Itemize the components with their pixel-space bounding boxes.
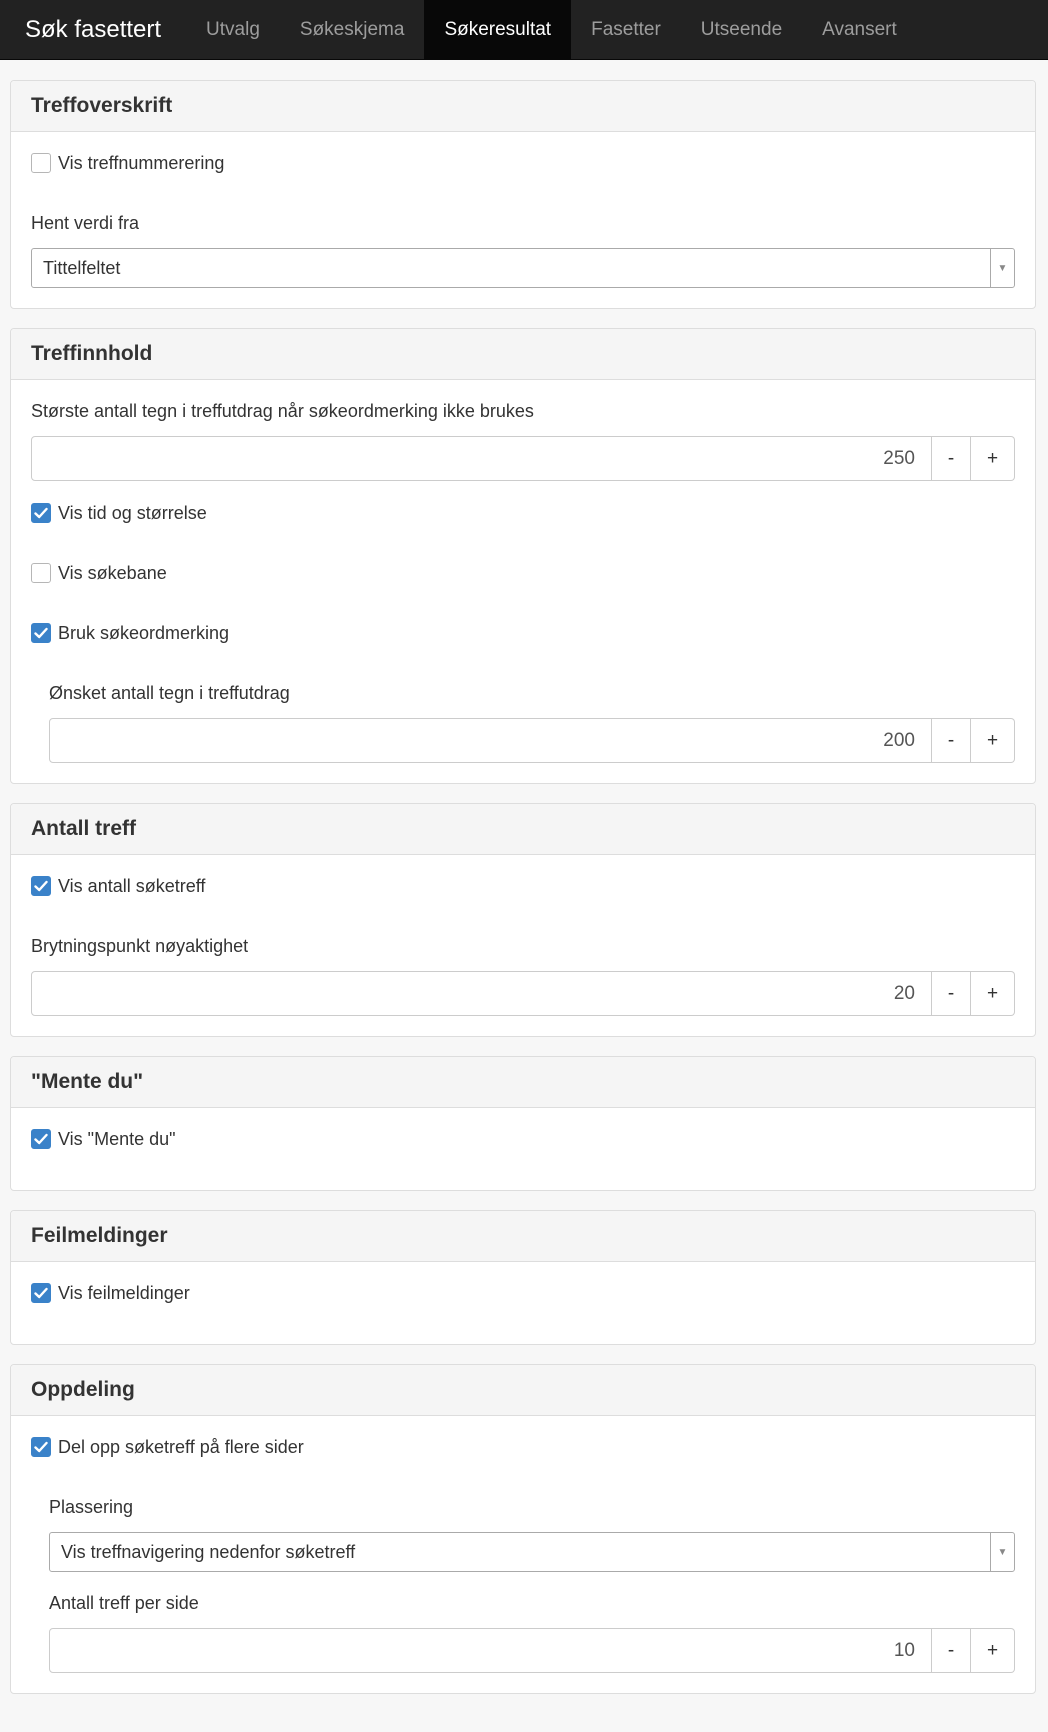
checkbox-label: Vis søkebane [58,562,167,583]
brand-title[interactable]: Søk fasettert [0,0,186,59]
checkbox-label: Vis feilmeldinger [58,1282,190,1303]
show-mente-du-checkbox[interactable] [31,1129,51,1149]
show-numbering-checkbox[interactable] [31,153,51,173]
panel-title: Antall treff [11,804,1035,855]
show-count-checkbox-row[interactable]: Vis antall søketreff [31,875,1015,897]
panel-treffoverskrift: Treffoverskrift Vis treffnummerering Hen… [10,80,1036,309]
breakpoint-spinner: 20 - + [31,971,1015,1016]
show-count-checkbox[interactable] [31,876,51,896]
chevron-down-icon: ▼ [990,1533,1014,1571]
panel-title: Feilmeldinger [11,1211,1035,1262]
per-page-label: Antall treff per side [49,1592,199,1613]
select-value: Vis treffnavigering nedenfor søketreff [61,1541,356,1562]
checkbox-label: Vis tid og størrelse [58,502,207,523]
panel-antall-treff: Antall treff Vis antall søketreff Brytni… [10,803,1036,1037]
max-chars-label: Største antall tegn i treffutdrag når sø… [31,400,534,421]
placement-label: Plassering [49,1496,134,1517]
panel-treffinnhold: Treffinnhold Største antall tegn i treff… [10,328,1036,784]
desired-chars-label: Ønsket antall tegn i treffutdrag [49,682,290,703]
per-page-input[interactable]: 10 [49,1628,932,1673]
checkbox-label: Bruk søkeordmerking [58,622,230,643]
source-label: Hent verdi fra [31,212,140,233]
checkbox-label: Vis antall søketreff [58,875,206,896]
desired-chars-input[interactable]: 200 [49,718,932,763]
use-highlight-checkbox-row[interactable]: Bruk søkeordmerking [31,622,1015,644]
panel-oppdeling: Oppdeling Del opp søketreff på flere sid… [10,1364,1036,1694]
max-chars-input[interactable]: 250 [31,436,932,481]
tab-avansert[interactable]: Avansert [802,0,917,59]
source-select[interactable]: Tittelfeltet ▼ [31,248,1015,288]
panel-title: "Mente du" [11,1057,1035,1108]
decrement-button[interactable]: - [932,718,971,763]
tab-sokeskjema[interactable]: Søkeskjema [280,0,425,59]
show-mente-du-checkbox-row[interactable]: Vis "Mente du" [31,1128,1015,1150]
checkbox-label: Vis "Mente du" [58,1128,176,1149]
nav-tabs: Utvalg Søkeskjema Søkeresultat Fasetter … [186,0,917,59]
decrement-button[interactable]: - [932,436,971,481]
breakpoint-input[interactable]: 20 [31,971,932,1016]
panel-title: Oppdeling [11,1365,1035,1416]
checkbox-label: Del opp søketreff på flere sider [58,1436,304,1457]
show-path-checkbox[interactable] [31,563,51,583]
increment-button[interactable]: + [971,971,1015,1016]
show-path-checkbox-row[interactable]: Vis søkebane [31,562,1015,584]
show-time-size-checkbox-row[interactable]: Vis tid og størrelse [31,502,1015,524]
increment-button[interactable]: + [971,436,1015,481]
top-navbar: Søk fasettert Utvalg Søkeskjema Søkeresu… [0,0,1048,60]
show-numbering-checkbox-row[interactable]: Vis treffnummerering [31,152,1015,174]
highlight-options: Ønsket antall tegn i treffutdrag 200 - + [31,682,1015,763]
decrement-button[interactable]: - [932,1628,971,1673]
max-chars-spinner: 250 - + [31,436,1015,481]
desired-chars-spinner: 200 - + [49,718,1015,763]
tab-fasetter[interactable]: Fasetter [571,0,681,59]
per-page-spinner: 10 - + [49,1628,1015,1673]
panel-title: Treffoverskrift [11,81,1035,132]
checkbox-label: Vis treffnummerering [58,152,225,173]
panel-mente-du: "Mente du" Vis "Mente du" [10,1056,1036,1191]
tab-utvalg[interactable]: Utvalg [186,0,280,59]
use-highlight-checkbox[interactable] [31,623,51,643]
paginate-checkbox-row[interactable]: Del opp søketreff på flere sider [31,1436,1015,1458]
decrement-button[interactable]: - [932,971,971,1016]
main-content: Treffoverskrift Vis treffnummerering Hen… [0,80,1048,1694]
show-errors-checkbox[interactable] [31,1283,51,1303]
placement-select[interactable]: Vis treffnavigering nedenfor søketreff ▼ [49,1532,1015,1572]
increment-button[interactable]: + [971,718,1015,763]
increment-button[interactable]: + [971,1628,1015,1673]
breakpoint-label: Brytningspunkt nøyaktighet [31,935,249,956]
panel-feilmeldinger: Feilmeldinger Vis feilmeldinger [10,1210,1036,1345]
tab-sokeresultat[interactable]: Søkeresultat [424,0,572,59]
panel-title: Treffinnhold [11,329,1035,380]
show-errors-checkbox-row[interactable]: Vis feilmeldinger [31,1282,1015,1304]
paginate-checkbox[interactable] [31,1437,51,1457]
chevron-down-icon: ▼ [990,249,1014,287]
select-value: Tittelfeltet [43,257,121,278]
tab-utseende[interactable]: Utseende [681,0,802,59]
show-time-size-checkbox[interactable] [31,503,51,523]
pagination-options: Plassering Vis treffnavigering nedenfor … [31,1496,1015,1673]
